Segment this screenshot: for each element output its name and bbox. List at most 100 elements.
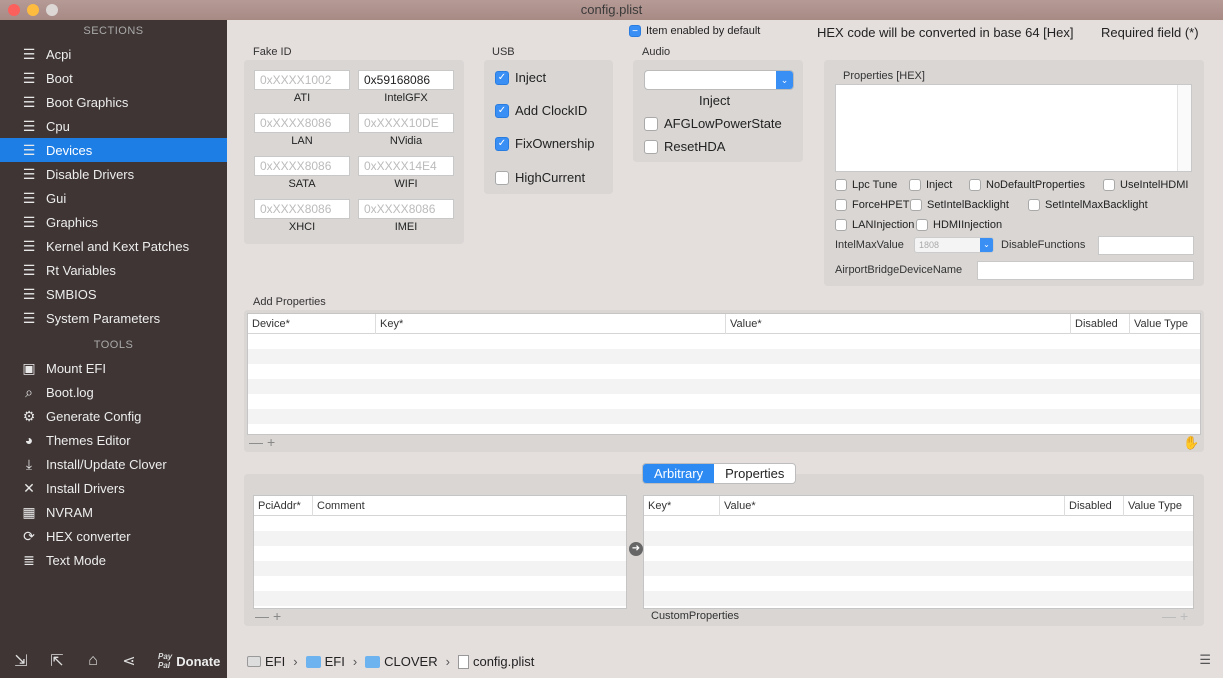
sidebar-item-disable-drivers[interactable]: ☰ Disable Drivers <box>0 162 227 186</box>
add-row-button[interactable]: + <box>1180 608 1188 624</box>
sidebar-item-system-parameters[interactable]: ☰ System Parameters <box>0 306 227 330</box>
menu-icon[interactable]: ☰ <box>1199 652 1211 668</box>
tool-item-boot-log[interactable]: ⌕ Boot.log <box>0 380 227 404</box>
properties-hex-textarea[interactable] <box>835 84 1192 172</box>
hex-useintelhdmi-checkbox[interactable]: UseIntelHDMI <box>1103 179 1188 191</box>
sidebar-item-cpu[interactable]: ☰ Cpu <box>0 114 227 138</box>
hex-setintelmaxbacklight-checkbox[interactable]: SetIntelMaxBacklight <box>1028 199 1148 211</box>
fake-id-wifi-field[interactable]: 0xXXXX14E4 <box>358 156 454 176</box>
breadcrumb-item[interactable]: EFI <box>305 654 345 669</box>
hex-laninjection-checkbox[interactable]: LANInjection <box>835 219 914 231</box>
fake-id-sata-field[interactable]: 0xXXXX8086 <box>254 156 350 176</box>
column-header[interactable]: Value* <box>720 496 1065 516</box>
sidebar-bottom-bar: ⇲ ⇱ ⌂ ⋖ Pay Pal Donate <box>0 644 227 678</box>
list-icon: ☰ <box>22 165 36 182</box>
sidebar-item-boot-graphics[interactable]: ☰ Boot Graphics <box>0 90 227 114</box>
checkbox-label: LANInjection <box>852 219 915 231</box>
item-enabled-checkbox[interactable]: − Item enabled by default <box>629 25 760 37</box>
share-icon[interactable]: ⋖ <box>118 650 140 672</box>
hex-forcehpet-checkbox[interactable]: ForceHPET <box>835 199 909 211</box>
fake-id-imei-field[interactable]: 0xXXXX8086 <box>358 199 454 219</box>
tab-properties[interactable]: Properties <box>714 464 796 483</box>
fake-id-xhci-field[interactable]: 0xXXXX8086 <box>254 199 350 219</box>
hex-setintelbacklight-checkbox[interactable]: SetIntelBacklight <box>910 199 1009 211</box>
column-header[interactable]: Comment <box>313 496 626 516</box>
remove-row-button[interactable]: — <box>255 608 269 624</box>
column-header[interactable]: Device* <box>248 314 376 334</box>
sidebar-item-kernel-and-kext-patches[interactable]: ☰ Kernel and Kext Patches <box>0 234 227 258</box>
column-header[interactable]: Key* <box>376 314 726 334</box>
checkbox-label: HDMIInjection <box>933 219 1003 231</box>
close-button[interactable] <box>8 4 20 16</box>
hex-nodefaultproperties-checkbox[interactable]: NoDefaultProperties <box>969 179 1085 191</box>
sidebar-item-acpi[interactable]: ☰ Acpi <box>0 42 227 66</box>
sidebar-item-label: Text Mode <box>46 552 106 568</box>
breadcrumb-item[interactable]: CLOVER <box>365 654 438 669</box>
airport-field[interactable] <box>977 261 1194 280</box>
window-controls <box>8 4 58 16</box>
add-properties-table[interactable]: Device* Key* Value* Disabled Value Type <box>247 313 1201 435</box>
checkbox-icon <box>835 199 847 211</box>
tool-item-themes-editor[interactable]: ◕ Themes Editor <box>0 428 227 452</box>
fake-id-intelgfx-field[interactable]: 0x59168086 <box>358 70 454 90</box>
add-row-button[interactable]: + <box>273 608 281 624</box>
tool-item-text-mode[interactable]: ≣ Text Mode <box>0 548 227 572</box>
column-header[interactable]: Key* <box>644 496 720 516</box>
sidebar-item-label: Devices <box>46 142 93 158</box>
list-icon: ☰ <box>22 69 36 86</box>
sidebar-item-smbios[interactable]: ☰ SMBIOS <box>0 282 227 306</box>
fake-id-ati-field[interactable]: 0xXXXX1002 <box>254 70 350 90</box>
column-header[interactable]: Value Type <box>1130 314 1200 334</box>
usb-fixownership-checkbox[interactable]: ✓ FixOwnership <box>495 136 594 151</box>
import-icon[interactable]: ⇲ <box>10 650 32 672</box>
minimize-button[interactable] <box>27 4 39 16</box>
fake-id-nvidia-field[interactable]: 0xXXXX10DE <box>358 113 454 133</box>
tool-item-install-drivers[interactable]: ✕ Install Drivers <box>0 476 227 500</box>
remove-row-button[interactable]: — <box>1162 608 1176 624</box>
folder-icon <box>365 655 381 668</box>
column-header[interactable]: Disabled <box>1065 496 1124 516</box>
sidebar-item-graphics[interactable]: ☰ Graphics <box>0 210 227 234</box>
column-header[interactable]: PciAddr* <box>254 496 313 516</box>
sidebar-item-label: Kernel and Kext Patches <box>46 238 190 254</box>
tool-item-generate-config[interactable]: ⚙ Generate Config <box>0 404 227 428</box>
sidebar-item-gui[interactable]: ☰ Gui <box>0 186 227 210</box>
tool-item-mount-efi[interactable]: ▣ Mount EFI <box>0 356 227 380</box>
zoom-button[interactable] <box>46 4 58 16</box>
tool-item-hex-converter[interactable]: ⟳ HEX converter <box>0 524 227 548</box>
hex-inject-checkbox[interactable]: Inject <box>909 179 952 191</box>
sidebar-item-boot[interactable]: ☰ Boot <box>0 66 227 90</box>
column-header[interactable]: Value Type <box>1124 496 1193 516</box>
column-header[interactable]: Disabled <box>1071 314 1130 334</box>
fake-id-caption: IMEI <box>394 221 418 233</box>
export-icon[interactable]: ⇱ <box>46 650 68 672</box>
intel-max-select[interactable]: 1808 ⌄ <box>914 237 994 253</box>
column-header[interactable]: Value* <box>726 314 1071 334</box>
donate-button[interactable]: Pay Pal Donate <box>158 652 220 670</box>
fake-id-lan-field[interactable]: 0xXXXX8086 <box>254 113 350 133</box>
add-row-button[interactable]: + <box>267 434 275 450</box>
breadcrumb-item[interactable]: config.plist <box>457 654 534 669</box>
audio-afglowpowerstate-checkbox[interactable]: AFGLowPowerState <box>644 116 782 131</box>
tab-arbitrary[interactable]: Arbitrary <box>643 464 715 483</box>
hex-lpc-tune-checkbox[interactable]: Lpc Tune <box>835 179 897 191</box>
arbitrary-left-table[interactable]: PciAddr* Comment <box>253 495 627 609</box>
scrollbar[interactable] <box>1177 85 1191 171</box>
home-icon[interactable]: ⌂ <box>82 650 104 672</box>
sidebar-item-rt-variables[interactable]: ☰ Rt Variables <box>0 258 227 282</box>
breadcrumb-item[interactable]: EFI <box>247 654 285 669</box>
usb-inject-checkbox[interactable]: ✓ Inject <box>495 70 546 85</box>
disk-icon: ▣ <box>22 359 36 376</box>
tool-item-install-update-clover[interactable]: ⤓ Install/Update Clover <box>0 452 227 476</box>
hex-hdmiinjection-checkbox[interactable]: HDMIInjection <box>916 219 1002 231</box>
tool-item-nvram[interactable]: ▦ NVRAM <box>0 500 227 524</box>
usb-add-clockid-checkbox[interactable]: ✓ Add ClockID <box>495 103 587 118</box>
audio-select[interactable]: ⌄ <box>644 70 794 90</box>
usb-highcurrent-checkbox[interactable]: HighCurrent <box>495 170 585 185</box>
audio-resethda-checkbox[interactable]: ResetHDA <box>644 139 725 154</box>
disable-functions-field[interactable] <box>1098 236 1194 255</box>
remove-row-button[interactable]: — <box>249 434 263 450</box>
sidebar-item-devices[interactable]: ☰ Devices <box>0 138 227 162</box>
arrow-right-icon[interactable]: ➜ <box>629 542 643 556</box>
arbitrary-right-table[interactable]: Key* Value* Disabled Value Type <box>643 495 1194 609</box>
